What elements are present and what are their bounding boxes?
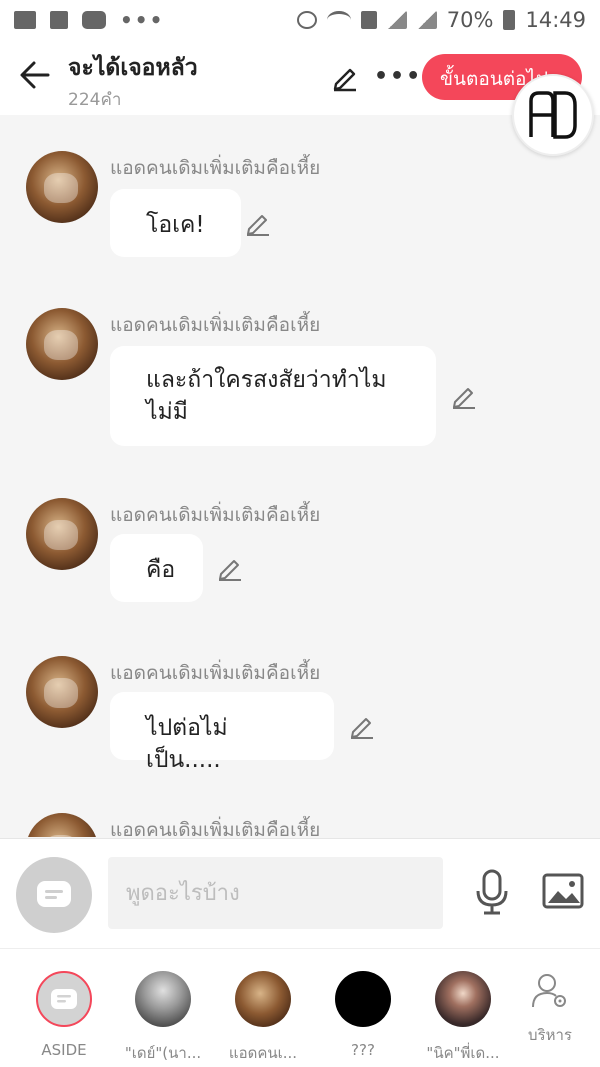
more-options-button[interactable]: •••: [374, 64, 422, 89]
signal-icon: [386, 11, 407, 29]
avatar: [335, 971, 391, 1027]
data-saver-icon: [296, 11, 317, 29]
pencil-icon[interactable]: [450, 382, 478, 410]
avatar: [235, 971, 291, 1027]
avatar: [135, 971, 191, 1027]
nav-item-character[interactable]: "เดย์"(นา...: [113, 971, 213, 1065]
cleaner-icon: [50, 11, 68, 29]
nav-label: "เดย์"(นา...: [124, 1044, 202, 1062]
nav-item-character[interactable]: ???: [313, 971, 413, 1059]
status-bar: ••• 70% 14:49: [0, 0, 600, 40]
user-settings-icon: [532, 974, 566, 1008]
sim-icon: [360, 11, 377, 29]
sender-name: แอดคนเดิมเพิ่มเติมคือเหี้ย: [110, 662, 321, 684]
sender-name: แอดคนเดิมเพิ่มเติมคือเหี้ย: [110, 157, 321, 179]
chat-bubble-icon: [37, 881, 71, 907]
edit-icon[interactable]: [330, 62, 360, 92]
pencil-icon[interactable]: [216, 554, 244, 582]
more-notifications-icon: •••: [120, 8, 165, 32]
signal-icon-2: [416, 11, 437, 29]
chat-list[interactable]: แอดคนเดิมเพิ่มเติมคือเหี้ย โอเค! แอดคนเด…: [0, 115, 600, 837]
pencil-icon[interactable]: [348, 712, 376, 740]
nav-label: บริหาร: [528, 1026, 572, 1044]
microphone-icon[interactable]: [474, 869, 510, 915]
avatar[interactable]: [26, 308, 98, 380]
chat-header: จะได้เจอหลัว 224คำ ••• ขั้นตอนต่อไป: [0, 40, 600, 115]
status-left-icons: •••: [14, 8, 164, 32]
nav-label: ???: [351, 1041, 375, 1059]
battery-percent: 70%: [446, 8, 494, 32]
page-title: จะได้เจอหลัว: [68, 55, 198, 81]
avatar[interactable]: [26, 151, 98, 223]
wifi-icon: [326, 11, 351, 29]
sender-name: แอดคนเดิมเพิ่มเติมคือเหี้ย: [110, 819, 321, 837]
nav-item-character[interactable]: แอดคนเ...: [213, 971, 313, 1065]
word-count: 224คำ: [68, 90, 122, 110]
clock: 14:49: [525, 8, 586, 32]
message-bubble[interactable]: โอเค!: [110, 189, 241, 257]
nav-item-manage[interactable]: บริหาร: [500, 971, 600, 1047]
back-arrow-icon[interactable]: [18, 58, 52, 92]
youtube-icon: [82, 11, 106, 29]
sender-name: แอดคนเดิมเพิ่มเติมคือเหี้ย: [110, 504, 321, 526]
nav-item-aside[interactable]: ASIDE: [14, 971, 114, 1059]
avatar[interactable]: [26, 656, 98, 728]
sender-name: แอดคนเดิมเพิ่มเติมคือเหี้ย: [110, 314, 321, 336]
avatar[interactable]: [26, 813, 98, 837]
gallery-icon: [14, 11, 36, 29]
nav-item-character[interactable]: "นิค"พี่เด...: [413, 971, 513, 1065]
chat-bubble-icon: [51, 989, 77, 1009]
bottom-navigation: ASIDE "เดย์"(นา... แอดคนเ... ??? "นิค"พี…: [0, 948, 600, 1067]
nav-label: "นิค"พี่เด...: [426, 1044, 500, 1062]
battery-icon: [503, 10, 516, 30]
avatar[interactable]: [26, 498, 98, 570]
image-icon[interactable]: [542, 873, 584, 909]
message-bubble[interactable]: คือ: [110, 534, 203, 602]
status-right: 70% 14:49: [296, 8, 586, 32]
message-input[interactable]: [108, 857, 443, 929]
message-bubble[interactable]: และถ้าใครสงสัยว่าทำไม ไม่มี: [110, 346, 436, 446]
chat-mode-button[interactable]: [16, 857, 92, 933]
nav-label: แอดคนเ...: [228, 1044, 298, 1062]
aside-avatar: [36, 971, 92, 1027]
pencil-icon[interactable]: [244, 209, 272, 237]
avatar: [435, 971, 491, 1027]
message-bubble[interactable]: ไปต่อไม่เป็น.....: [110, 692, 334, 773]
nav-label: ASIDE: [41, 1041, 87, 1059]
message-input-bar: [0, 838, 600, 948]
